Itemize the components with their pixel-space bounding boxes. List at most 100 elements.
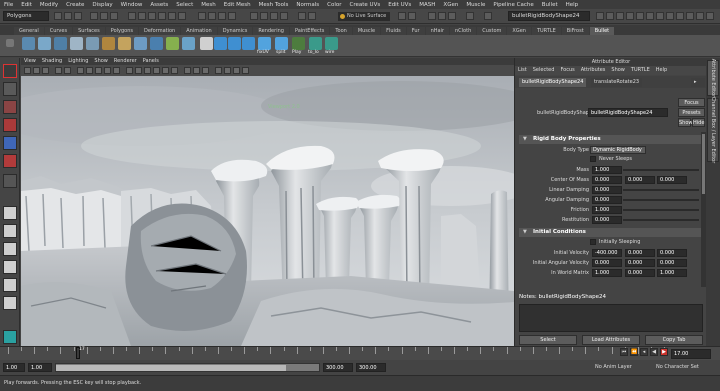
select-surfaces-icon[interactable] [158, 12, 166, 20]
play-backwards-icon[interactable]: ◀ [650, 348, 658, 356]
panel-toggle-icon[interactable] [636, 12, 644, 20]
menu-help[interactable]: Help [566, 2, 579, 8]
wireframe-on-shaded-icon[interactable] [144, 67, 151, 74]
camera-select-icon[interactable] [24, 67, 31, 74]
tab-turtle[interactable]: TURTLE [531, 27, 561, 35]
play-forwards-icon[interactable]: ▶ [660, 348, 668, 356]
show-button[interactable]: Show [678, 118, 693, 127]
rigid-set-icon[interactable] [54, 37, 67, 50]
select-curves-icon[interactable] [148, 12, 156, 20]
panel-toggle-icon[interactable] [676, 12, 684, 20]
select-deformers-icon[interactable] [168, 12, 176, 20]
tab-polygons[interactable]: Polygons [105, 27, 138, 35]
ae-menu-turtle[interactable]: TURTLE [631, 66, 650, 75]
input-ops-icon[interactable] [466, 12, 474, 20]
fix-uv-icon[interactable] [258, 37, 271, 50]
tab-fluids[interactable]: Fluids [381, 27, 406, 35]
menu-muscle[interactable]: Muscle [466, 2, 485, 8]
hide-button[interactable]: Hide [692, 118, 705, 127]
tab-custom[interactable]: Custom [477, 27, 507, 35]
restitution-field[interactable]: 0.000 [592, 216, 622, 224]
tab-channel-box[interactable]: Channel Box / Layer Editor [707, 97, 719, 163]
four-view-layout-icon[interactable] [3, 224, 17, 238]
playback-end-field[interactable]: 300.00 [323, 363, 353, 372]
hypershade-layout-icon[interactable] [3, 278, 17, 292]
initial-angular-velocity-z-field[interactable]: 0.000 [657, 259, 687, 267]
resolution-gate-icon[interactable] [86, 67, 93, 74]
field-chart-icon[interactable] [104, 67, 111, 74]
mass-field[interactable]: 1.000 [592, 166, 622, 174]
world-matrix-field[interactable]: 1.000 [657, 269, 687, 277]
select-by-type-icon[interactable] [128, 12, 136, 20]
go-to-start-icon[interactable]: ⏮ [620, 348, 628, 356]
cube-icon[interactable] [242, 37, 255, 50]
mass-slider[interactable] [623, 169, 699, 171]
cube-icon[interactable] [228, 37, 241, 50]
current-frame-field[interactable]: 17.00 [671, 349, 711, 359]
select-button[interactable]: Select [519, 335, 577, 345]
play-icon[interactable] [292, 37, 305, 50]
panel-toggle-icon[interactable] [616, 12, 624, 20]
panel-toggle-icon[interactable] [686, 12, 694, 20]
tab-ncloth[interactable]: nCloth [450, 27, 477, 35]
wire-icon[interactable] [325, 37, 338, 50]
viewport-menu-view[interactable]: View [24, 58, 36, 65]
image-plane-icon[interactable] [55, 67, 62, 74]
tab-fur[interactable]: Fur [406, 27, 425, 35]
tab-scroll-arrow[interactable]: ▸ [691, 78, 705, 87]
shelf-menu-icon[interactable] [6, 39, 14, 47]
panel-toggle-icon[interactable] [706, 12, 714, 20]
constraint-icon[interactable] [102, 37, 115, 50]
start-time-field[interactable]: 1.00 [3, 363, 25, 372]
snap-point-icon[interactable] [218, 12, 226, 20]
initial-angular-velocity-x-field[interactable]: 0.000 [592, 259, 622, 267]
panel-toggle-icon[interactable] [606, 12, 614, 20]
range-slider-bar[interactable] [55, 363, 320, 372]
tab-animation[interactable]: Animation [181, 27, 217, 35]
select-component-icon[interactable] [110, 12, 118, 20]
panel-toggle-icon[interactable] [696, 12, 704, 20]
tab-general[interactable]: General [14, 27, 44, 35]
render-settings-icon[interactable] [280, 12, 288, 20]
split-icon[interactable] [275, 37, 288, 50]
menu-mash[interactable]: MASH [419, 2, 435, 8]
select-solver-icon[interactable] [200, 37, 213, 50]
history-icon[interactable] [250, 12, 258, 20]
symmetry-icon[interactable] [398, 12, 406, 20]
menu-edit-uvs[interactable]: Edit UVs [388, 2, 411, 8]
tab-deformation[interactable]: Deformation [139, 27, 181, 35]
new-scene-icon[interactable] [54, 12, 62, 20]
camera-attr-icon[interactable] [33, 67, 40, 74]
world-matrix-field[interactable]: 1.000 [592, 269, 622, 277]
ae-menu-focus[interactable]: Focus [560, 66, 574, 75]
linear-damping-slider[interactable] [623, 189, 699, 191]
panel-toggle-icon[interactable] [656, 12, 664, 20]
viewport-menu-lighting[interactable]: Lighting [68, 58, 88, 65]
ambient-occlusion-icon[interactable] [215, 67, 222, 74]
lights-icon[interactable] [162, 67, 169, 74]
tab-surfaces[interactable]: Surfaces [73, 27, 105, 35]
step-back-frame-icon[interactable]: ◂ [640, 348, 648, 356]
ipr-render-icon[interactable] [270, 12, 278, 20]
time-slider[interactable]: 17 17.00 [0, 346, 720, 360]
xray-icon[interactable] [193, 67, 200, 74]
panel-toggle-icon[interactable] [596, 12, 604, 20]
initial-velocity-y-field[interactable]: 0.000 [625, 249, 655, 257]
bullet-solver-icon[interactable] [22, 37, 35, 50]
angular-damping-slider[interactable] [623, 199, 699, 201]
depth-of-field-icon[interactable] [242, 67, 249, 74]
ae-menu-attributes[interactable]: Attributes [581, 66, 606, 75]
center-of-mass-x-field[interactable]: 0.000 [592, 176, 622, 184]
restitution-slider[interactable] [623, 219, 699, 221]
safe-action-icon[interactable] [113, 67, 120, 74]
never-sleeps-checkbox[interactable] [590, 156, 596, 162]
menu-display[interactable]: Display [92, 2, 112, 8]
tab-bullet[interactable]: Bullet [589, 27, 615, 35]
point-constraint-icon[interactable] [150, 37, 163, 50]
tab-painteffects[interactable]: PaintEffects [289, 27, 330, 35]
tab-translate-rotate[interactable]: translateRotate23 [591, 78, 643, 87]
snap-curve-icon[interactable] [208, 12, 216, 20]
move-tool-icon[interactable] [3, 118, 17, 132]
menu-set-select[interactable]: Polygons [3, 11, 49, 21]
show-grid-icon[interactable] [428, 12, 436, 20]
